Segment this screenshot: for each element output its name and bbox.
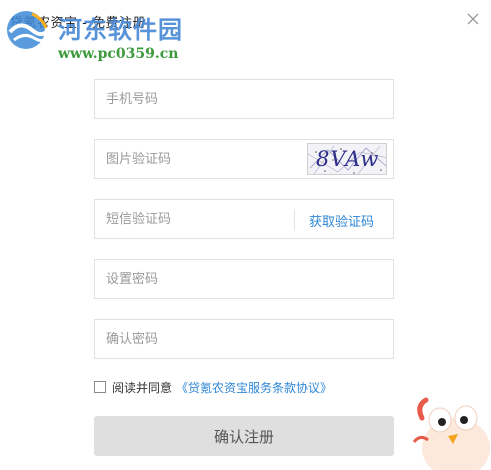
- password-input[interactable]: [95, 260, 393, 298]
- agreement-label: 阅读并同意: [112, 381, 173, 395]
- phone-input[interactable]: [95, 80, 393, 118]
- terms-link[interactable]: 《贷氪农资宝服务条款协议》: [176, 379, 332, 396]
- confirm-password-input[interactable]: [95, 320, 393, 358]
- watermark-url: www.pc0359.cn: [58, 46, 179, 62]
- sms-code-field-box: 获取验证码: [94, 199, 394, 239]
- confirm-password-field-box: [94, 319, 394, 359]
- password-field-box: [94, 259, 394, 299]
- phone-field-box: [94, 79, 394, 119]
- window-title: 贷氪农资宝 - 免费注册: [10, 16, 146, 31]
- captcha-text: 8VAw: [316, 147, 380, 171]
- confirm-register-button[interactable]: 确认注册: [94, 416, 394, 456]
- sms-divider: [294, 209, 295, 231]
- image-code-field-box: 8VAw: [94, 139, 394, 179]
- captcha-image[interactable]: 8VAw: [307, 143, 387, 175]
- title-bar: 贷氪农资宝 - 免费注册: [0, 0, 491, 40]
- cartoon-bird-mascot-icon: [412, 397, 490, 470]
- agreement-checkbox[interactable]: [94, 381, 106, 393]
- close-icon[interactable]: [466, 12, 480, 26]
- get-sms-code-button[interactable]: 获取验证码: [309, 211, 374, 230]
